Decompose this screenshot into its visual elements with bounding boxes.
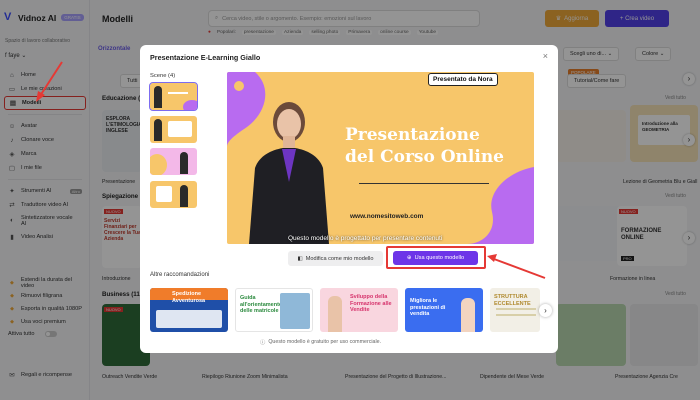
chevron-right-icon[interactable]: › xyxy=(539,304,552,317)
preview-url: www.nomesitoweb.com xyxy=(350,213,424,220)
recommendation-title: Guida all'orientamento delle matricole xyxy=(240,295,283,314)
scene-thumbnail[interactable] xyxy=(150,116,197,143)
use-template-button[interactable]: ⊕ Usa questo modello xyxy=(393,251,478,265)
highlight-box: ⊕ Usa questo modello xyxy=(386,246,486,269)
modal-title: Presentazione E-Learning Giallo xyxy=(150,53,261,62)
scenes-label: Scene (4) xyxy=(150,73,176,79)
presenter-bubble: Presentato da Nora xyxy=(428,73,498,86)
button-label: Modifica come mio modello xyxy=(305,255,374,262)
template-preview-modal: Presentazione E-Learning Giallo × Scene … xyxy=(140,45,558,353)
divider xyxy=(359,183,489,184)
scene-thumbnail[interactable] xyxy=(150,148,197,175)
recommendation-card[interactable]: Guida all'orientamento delle matricole xyxy=(235,288,313,332)
preview-title: Presentazione del Corso Online xyxy=(345,124,515,168)
edit-icon: ◧ xyxy=(297,255,303,262)
preview-title-line1: Presentazione xyxy=(345,125,480,145)
recommendation-card[interactable]: Spedizione Avventurosa xyxy=(150,288,228,332)
recommendation-card[interactable]: STRUTTURA ECCELLENTE xyxy=(490,288,540,332)
preview-caption: Questo modello è progettato per presenta… xyxy=(288,235,443,242)
preview-title-line2: del Corso Online xyxy=(345,147,504,167)
recommendations-label: Altre raccomandazioni xyxy=(150,272,210,278)
template-preview[interactable]: Presentato da Nora Presentazione del Cor… xyxy=(227,72,534,244)
edit-as-template-button[interactable]: ◧ Modifica come mio modello xyxy=(288,251,383,266)
recommendation-title: STRUTTURA ECCELLENTE xyxy=(494,294,531,307)
button-label: Usa questo modello xyxy=(414,255,465,261)
recommendation-title: Migliora le prestazioni di vendita xyxy=(410,298,446,317)
recommendation-title: Sviluppo della Formazione alle Vendite xyxy=(350,294,392,313)
recommendation-card[interactable]: Sviluppo della Formazione alle Vendite xyxy=(320,288,398,332)
commercial-use-note: ⓘ Questo modello è gratuito per uso comm… xyxy=(260,338,381,346)
scene-thumbnail[interactable] xyxy=(149,82,198,111)
recommendation-card[interactable]: Migliora le prestazioni di vendita xyxy=(405,288,483,332)
recommendation-title: Spedizione Avventurosa xyxy=(172,291,206,304)
plus-circle-icon: ⊕ xyxy=(406,255,412,261)
footer-note-text: Questo modello è gratuito per uso commer… xyxy=(268,339,382,345)
scene-thumbnail[interactable] xyxy=(150,181,197,208)
info-icon: ⓘ xyxy=(260,340,266,346)
close-icon[interactable]: × xyxy=(543,51,548,61)
